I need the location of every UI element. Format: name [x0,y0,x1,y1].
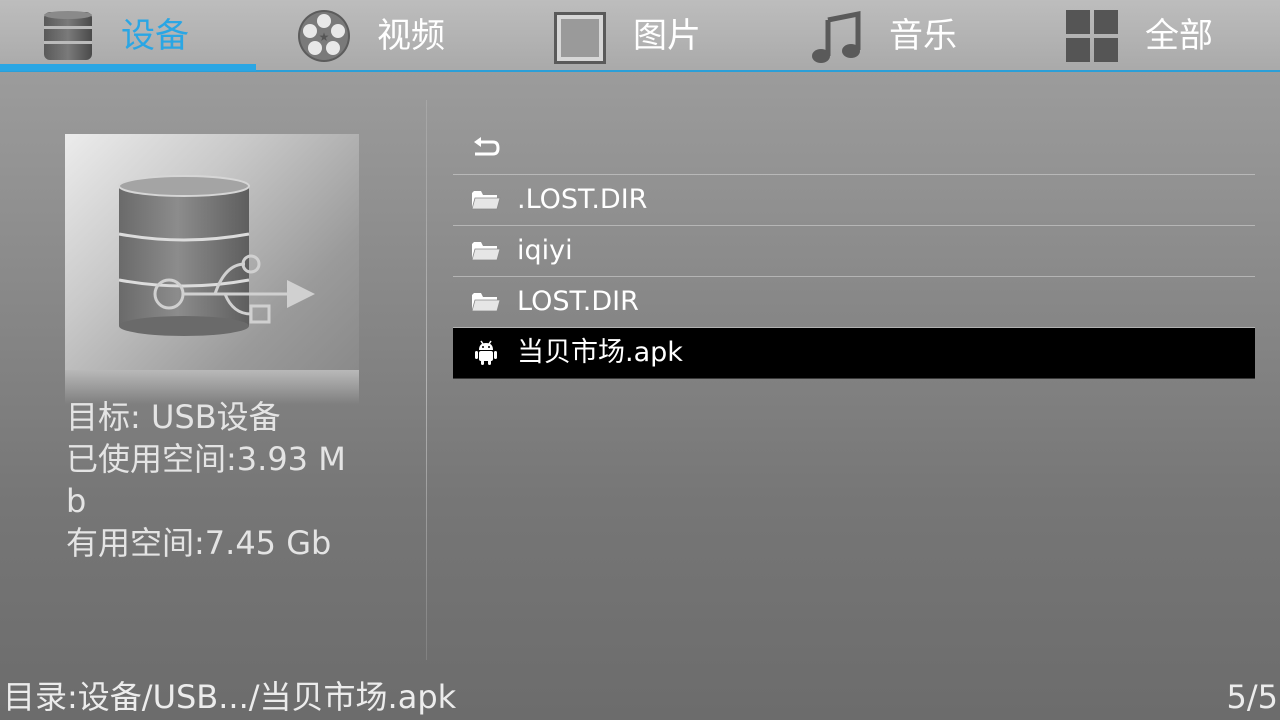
back-arrow-icon [471,136,501,162]
list-item-label: LOST.DIR [517,286,639,317]
page-indicator: 5/5 [1226,678,1279,716]
tab-label: 全部 [1145,16,1213,56]
film-reel-icon: ★ [296,8,352,64]
list-item[interactable]: iqiyi [453,226,1255,277]
tab-all[interactable]: 全部 [1024,0,1280,72]
top-tab-bar: 设备 ★ 视频 图片 音乐 全部 [0,0,1280,72]
picture-frame-icon [552,8,608,64]
file-list: .LOST.DIR iqiyi LOST.DIR 当贝市场.apk [453,124,1255,379]
used-space-text: 已使用空间:3.93 Mb [66,440,346,520]
list-item[interactable]: .LOST.DIR [453,175,1255,226]
list-item-back[interactable] [453,124,1255,175]
folder-icon [471,289,501,315]
tab-label: 视频 [377,16,445,56]
current-path: 目录:设备/USB.../当贝市场.apk [3,678,457,716]
list-item-selected[interactable]: 当贝市场.apk [453,328,1255,379]
tab-label: 设备 [121,16,189,56]
target-text: 目标: USB设备 [66,398,281,436]
android-icon [471,340,501,366]
folder-icon [471,187,501,213]
panel-divider [426,100,427,660]
grid-icon [1064,8,1120,64]
usb-storage-icon [65,134,359,370]
svg-text:★: ★ [319,30,330,44]
active-tab-indicator [0,64,256,71]
list-item-label: .LOST.DIR [517,184,648,215]
free-space-text: 有用空间:7.45 Gb [66,524,332,562]
device-info: 目标: USB设备 已使用空间:3.93 Mb 有用空间:7.45 Gb [66,396,366,564]
tab-videos[interactable]: ★ 视频 [256,0,512,72]
tab-pictures[interactable]: 图片 [512,0,768,72]
list-item-label: iqiyi [517,235,573,266]
tab-label: 图片 [633,16,701,56]
tab-music[interactable]: 音乐 [768,0,1024,72]
list-item[interactable]: LOST.DIR [453,277,1255,328]
database-icon [40,8,96,64]
tab-devices[interactable]: 设备 [0,0,256,72]
folder-icon [471,238,501,264]
music-note-icon [808,8,864,64]
tab-label: 音乐 [889,16,957,56]
list-item-label: 当贝市场.apk [517,337,683,368]
